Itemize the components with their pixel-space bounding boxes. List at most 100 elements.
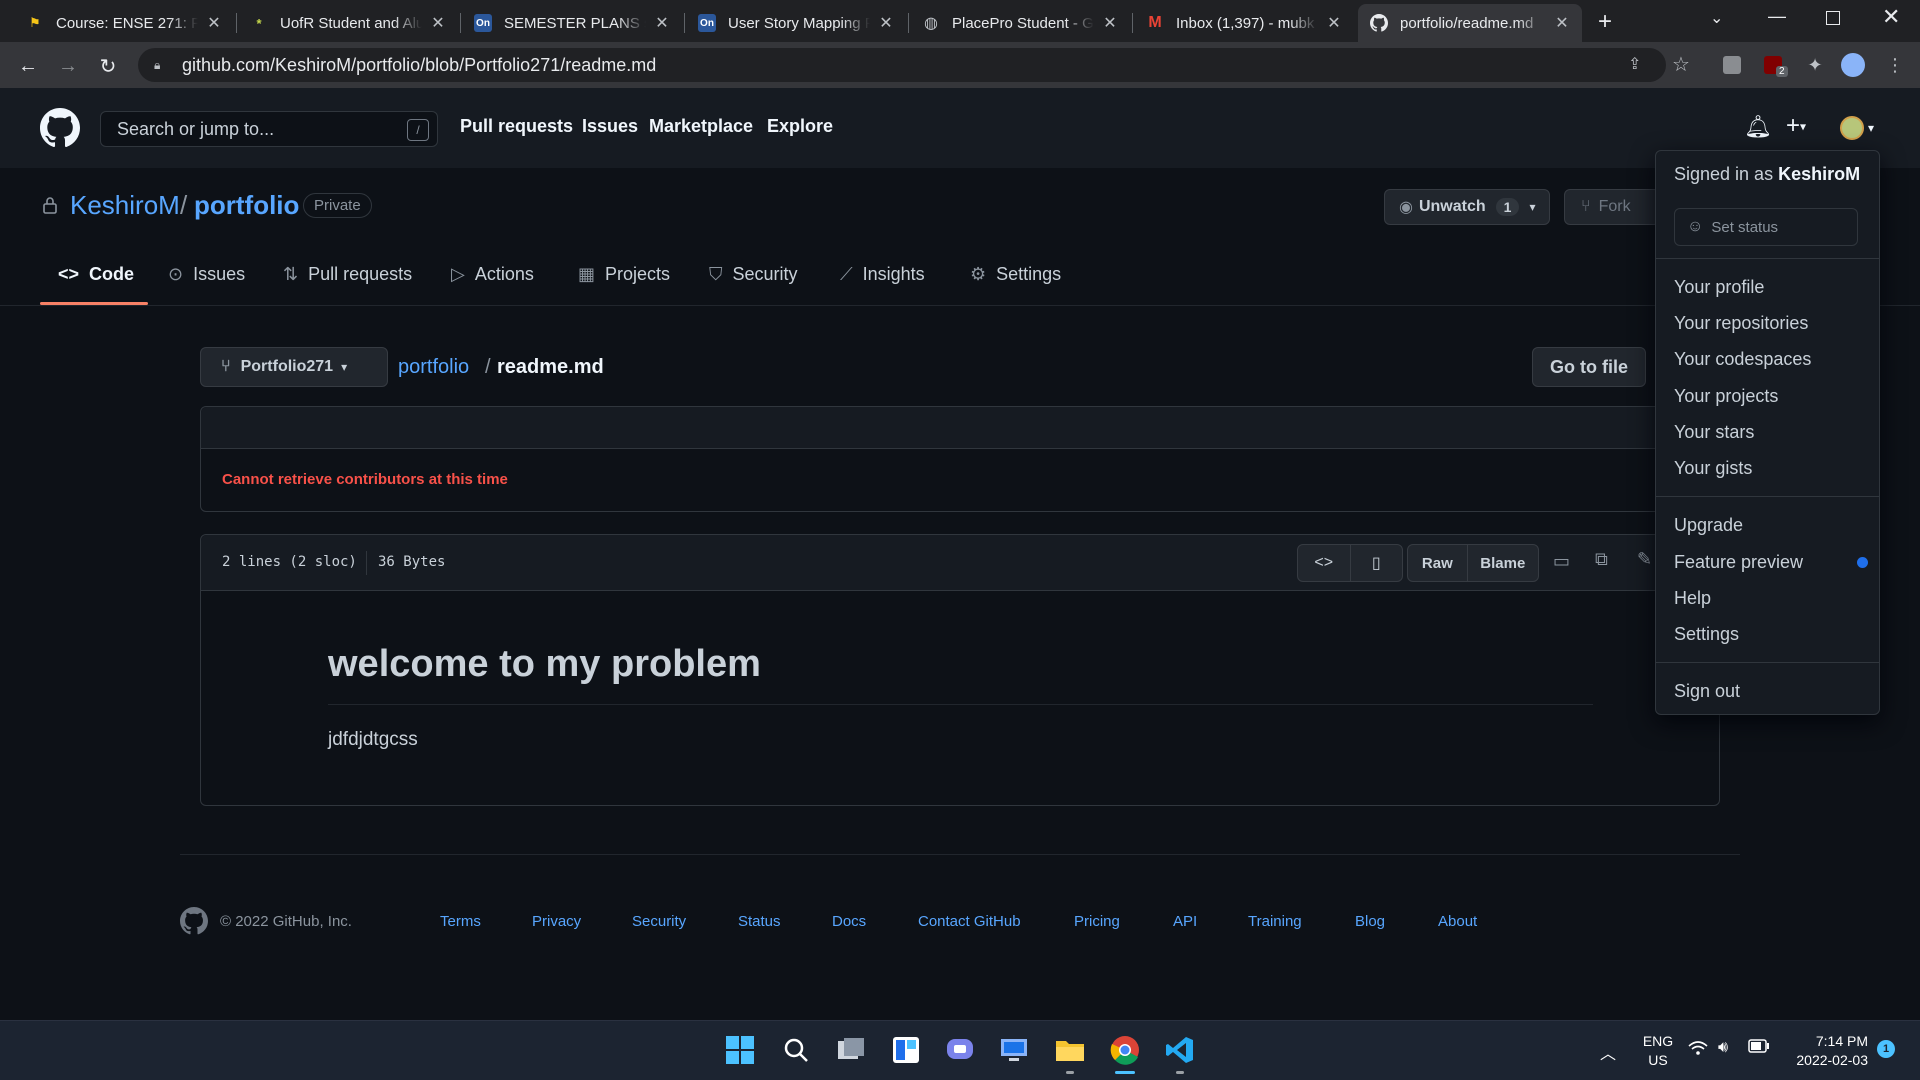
footer-link-about[interactable]: About (1438, 913, 1477, 930)
clock[interactable]: 7:14 PM 2022-02-03 (1784, 1033, 1868, 1068)
nav-issues[interactable]: Issues (582, 116, 638, 137)
search-input[interactable]: Search or jump to... / (100, 111, 438, 147)
menu-item-codespaces[interactable]: Your codespaces (1674, 349, 1811, 370)
branch-select-button[interactable]: ⑂ Portfolio271 ▾ (200, 347, 388, 387)
footer-link-status[interactable]: Status (738, 913, 781, 930)
tab-search-icon[interactable]: ⌄ (1710, 8, 1723, 28)
browser-tab-active[interactable]: portfolio/readme.md ✕ (1358, 4, 1582, 42)
browser-tab[interactable]: ◍ PlacePro Student - Go ✕ (910, 4, 1130, 42)
desktop-icon[interactable]: ▭ (1553, 551, 1570, 572)
plus-icon[interactable]: +▾ (1786, 112, 1806, 140)
window-close-icon[interactable]: ✕ (1882, 4, 1900, 30)
search-icon[interactable] (776, 1030, 816, 1070)
back-icon[interactable]: ← (12, 50, 44, 82)
close-icon[interactable]: ✕ (430, 13, 446, 33)
footer-link-terms[interactable]: Terms (440, 913, 481, 930)
profile-avatar-icon[interactable] (1838, 50, 1868, 80)
bell-icon[interactable]: 🔔︎ (1744, 114, 1772, 140)
code-view-icon[interactable]: <> (1298, 545, 1351, 581)
menu-item-repositories[interactable]: Your repositories (1674, 313, 1808, 334)
go-to-file-button[interactable]: Go to file (1532, 347, 1646, 387)
close-icon[interactable]: ✕ (1102, 13, 1118, 33)
browser-tab[interactable]: On User Story Mapping F ✕ (686, 4, 906, 42)
repo-name-link[interactable]: portfolio (194, 190, 299, 221)
minimize-icon[interactable]: — (1768, 6, 1786, 27)
tab-code[interactable]: <> Code (58, 264, 134, 285)
nav-marketplace[interactable]: Marketplace (649, 116, 753, 137)
restore-icon[interactable] (1826, 11, 1840, 25)
tab-insights[interactable]: ⟋ Insights (840, 264, 925, 285)
task-view-icon[interactable] (831, 1030, 871, 1070)
browser-menu-icon[interactable]: ⋮ (1880, 50, 1910, 80)
menu-item-stars[interactable]: Your stars (1674, 422, 1754, 443)
tab-issues[interactable]: ⊙ Issues (168, 264, 245, 285)
widgets-icon[interactable] (886, 1030, 926, 1070)
close-icon[interactable]: ✕ (878, 13, 894, 33)
browser-tab[interactable]: On SEMESTER PLANS sto ✕ (462, 4, 682, 42)
raw-button[interactable]: Raw (1408, 545, 1468, 581)
battery-icon[interactable] (1748, 1039, 1770, 1058)
browser-tab[interactable]: M Inbox (1,397) - mubk ✕ (1134, 4, 1354, 42)
footer-link-training[interactable]: Training (1248, 913, 1302, 930)
menu-item-profile[interactable]: Your profile (1674, 277, 1764, 298)
chrome-icon[interactable] (1105, 1030, 1145, 1070)
pencil-icon[interactable]: ✎ (1637, 549, 1652, 570)
breadcrumb-repo-link[interactable]: portfolio (398, 356, 469, 379)
share-icon[interactable]: ⇪ (1628, 54, 1641, 74)
ublock-icon[interactable]: 2 (1758, 50, 1788, 80)
tab-settings[interactable]: ⚙ Settings (970, 264, 1061, 285)
file-explorer-icon[interactable] (1050, 1030, 1090, 1070)
repo-owner-link[interactable]: KeshiroM (70, 190, 180, 221)
wifi-icon[interactable] (1688, 1040, 1708, 1061)
footer-link-privacy[interactable]: Privacy (532, 913, 581, 930)
menu-item-help[interactable]: Help (1674, 588, 1711, 609)
tab-projects[interactable]: ▦ Projects (578, 264, 670, 285)
user-avatar-button[interactable]: ▾ (1840, 116, 1874, 140)
footer-link-security[interactable]: Security (632, 913, 686, 930)
new-tab-icon[interactable]: + (1598, 8, 1612, 36)
footer-link-pricing[interactable]: Pricing (1074, 913, 1120, 930)
github-mark-icon[interactable] (180, 907, 208, 940)
footer-link-contact[interactable]: Contact GitHub (918, 913, 1021, 930)
footer-link-blog[interactable]: Blog (1355, 913, 1385, 930)
browser-tab[interactable]: * UofR Student and Alu ✕ (238, 4, 458, 42)
nav-pull-requests[interactable]: Pull requests (460, 116, 573, 137)
remote-desktop-icon[interactable] (994, 1030, 1034, 1070)
fork-button[interactable]: ⑂ Fork (1564, 189, 1660, 225)
language-indicator[interactable]: ENG US (1638, 1033, 1678, 1068)
volume-icon[interactable]: 🔊︎ (1718, 1039, 1728, 1057)
close-icon[interactable]: ✕ (1554, 13, 1570, 33)
teams-chat-icon[interactable] (940, 1030, 980, 1070)
reload-icon[interactable]: ↻ (92, 50, 124, 82)
extension-icon[interactable] (1717, 50, 1747, 80)
menu-item-sign-out[interactable]: Sign out (1674, 681, 1740, 702)
file-view-icon[interactable]: ▯ (1351, 545, 1403, 581)
tab-actions[interactable]: ▷ Actions (451, 264, 534, 285)
set-status-button[interactable]: ☺ Set status (1674, 208, 1858, 246)
copy-icon[interactable]: ⧉ (1595, 549, 1608, 570)
github-logo-icon[interactable] (40, 108, 80, 153)
puzzle-icon[interactable]: ✦ (1800, 50, 1830, 80)
menu-item-upgrade[interactable]: Upgrade (1674, 515, 1743, 536)
tab-pull-requests[interactable]: ⇅ Pull requests (283, 264, 412, 285)
tray-chevron-up-icon[interactable]: ︿ (1600, 1040, 1616, 1064)
unwatch-button[interactable]: ◉ Unwatch 1 ▾ (1384, 189, 1550, 225)
footer-link-docs[interactable]: Docs (832, 913, 866, 930)
browser-tab[interactable]: ⚑ Course: ENSE 271: Peo ✕ (14, 4, 234, 42)
nav-explore[interactable]: Explore (767, 116, 833, 137)
vscode-icon[interactable] (1160, 1030, 1200, 1070)
notification-badge[interactable]: 1 (1877, 1040, 1895, 1058)
address-bar[interactable]: 🔒︎ github.com/KeshiroM/portfolio/blob/Po… (138, 48, 1666, 82)
close-icon[interactable]: ✕ (654, 13, 670, 33)
windows-start-icon[interactable] (720, 1030, 760, 1070)
bookmark-star-icon[interactable]: ☆ (1672, 52, 1690, 77)
menu-item-feature-preview[interactable]: Feature preview (1674, 552, 1803, 573)
blame-button[interactable]: Blame (1468, 545, 1538, 581)
close-icon[interactable]: ✕ (206, 13, 222, 33)
menu-item-gists[interactable]: Your gists (1674, 458, 1752, 479)
menu-item-projects[interactable]: Your projects (1674, 386, 1778, 407)
forward-icon[interactable]: → (52, 50, 84, 82)
menu-item-settings[interactable]: Settings (1674, 624, 1739, 645)
footer-link-api[interactable]: API (1173, 913, 1197, 930)
tab-security[interactable]: ⛉ Security (709, 264, 798, 285)
